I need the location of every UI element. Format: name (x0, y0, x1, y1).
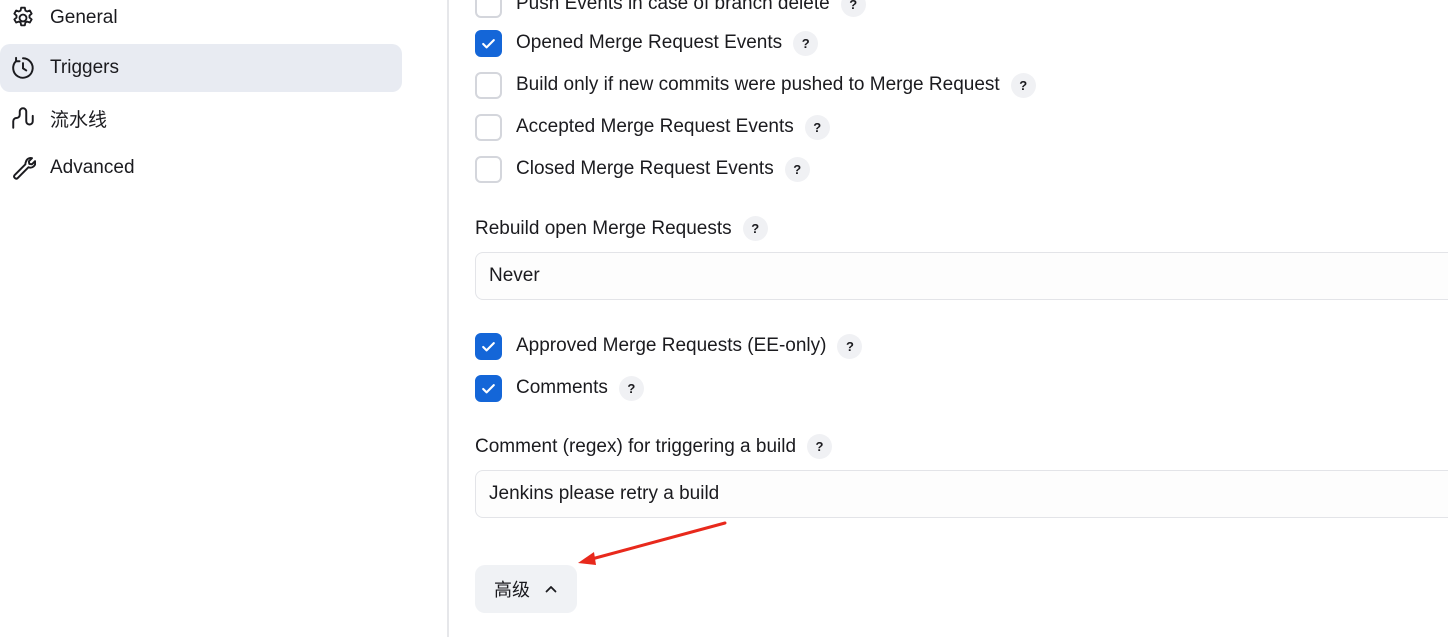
jenkins-config-page: General Triggers 流水线 Advanced Push Event… (0, 0, 1448, 637)
option-label: Closed Merge Request Events (516, 158, 774, 179)
option-accepted-merge-request[interactable]: Accepted Merge Request Events ? (475, 112, 830, 142)
help-icon[interactable]: ? (618, 375, 644, 401)
rebuild-label-row: Rebuild open Merge Requests ? (475, 216, 768, 241)
checkmark-icon (482, 383, 495, 393)
comment-regex-label-row: Comment (regex) for triggering a build ? (475, 434, 833, 459)
checkbox-checked[interactable] (475, 374, 502, 402)
rebuild-select-value: Never (489, 265, 540, 286)
option-label: Push Events in case of branch delete (516, 0, 830, 14)
option-label: Comments (516, 377, 608, 398)
comment-regex-input[interactable]: Jenkins please retry a build (475, 470, 1448, 518)
help-icon[interactable]: ? (742, 216, 768, 241)
sidebar-item-label: General (50, 7, 118, 28)
timer-icon (10, 55, 36, 81)
comment-regex-label: Comment (regex) for triggering a build (475, 435, 797, 457)
sidebar-item-label: Advanced (50, 157, 135, 178)
help-icon[interactable]: ? (784, 156, 810, 182)
help-icon[interactable]: ? (807, 434, 833, 459)
sidebar-item-advanced[interactable]: Advanced (0, 144, 402, 192)
help-icon[interactable]: ? (804, 114, 830, 140)
option-label: Build only if new commits were pushed to… (516, 74, 1000, 95)
sidebar-nav: General Triggers 流水线 Advanced (0, 0, 447, 637)
sidebar-item-label: Triggers (50, 57, 119, 78)
sidebar-item-pipeline[interactable]: 流水线 (0, 94, 402, 142)
checkbox-checked[interactable] (475, 29, 502, 57)
pipeline-icon (10, 105, 36, 131)
option-opened-merge-request[interactable]: Opened Merge Request Events ? (475, 28, 819, 58)
checkbox[interactable] (475, 71, 502, 99)
advanced-button-label: 高级 (494, 580, 530, 600)
option-comments[interactable]: Comments ? (475, 373, 644, 403)
help-icon[interactable]: ? (1010, 72, 1036, 98)
gear-icon (10, 5, 36, 31)
rebuild-label: Rebuild open Merge Requests (475, 217, 732, 239)
advanced-toggle-button[interactable]: 高级 (475, 565, 577, 613)
checkbox[interactable] (475, 155, 502, 183)
help-icon[interactable]: ? (837, 333, 863, 359)
checkmark-icon (482, 38, 495, 48)
checkmark-icon (482, 341, 495, 351)
rebuild-select[interactable]: Never (475, 252, 1448, 300)
help-icon[interactable]: ? (840, 0, 866, 17)
sidebar-item-triggers[interactable]: Triggers (0, 44, 402, 92)
option-label: Approved Merge Requests (EE-only) (516, 335, 827, 356)
annotation-arrow (578, 521, 727, 565)
chevron-up-icon (544, 582, 558, 596)
option-approved-merge-requests[interactable]: Approved Merge Requests (EE-only) ? (475, 331, 863, 361)
checkbox-checked[interactable] (475, 332, 502, 360)
sidebar-item-general[interactable]: General (0, 0, 402, 42)
sidebar-item-label: 流水线 (50, 109, 108, 131)
help-icon[interactable]: ? (793, 30, 819, 56)
wrench-icon (10, 155, 36, 181)
option-closed-merge-request[interactable]: Closed Merge Request Events ? (475, 154, 810, 184)
checkbox[interactable] (475, 113, 502, 141)
option-label: Opened Merge Request Events (516, 32, 783, 53)
option-label: Accepted Merge Request Events (516, 116, 794, 137)
option-push-branch-delete[interactable]: Push Events in case of branch delete ? (475, 0, 866, 19)
checkbox[interactable] (475, 0, 502, 18)
option-build-new-commits-only[interactable]: Build only if new commits were pushed to… (475, 70, 1036, 100)
comment-regex-value: Jenkins please retry a build (489, 483, 720, 504)
